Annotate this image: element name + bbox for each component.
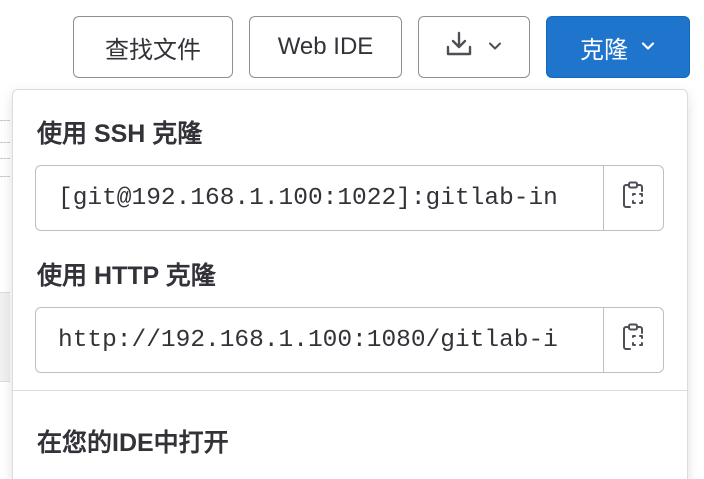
web-ide-button[interactable]: Web IDE [249,16,402,78]
http-url-group: http://192.168.1.100:1080/gitlab-i [35,307,664,373]
ssh-url-group: [git@192.168.1.100:1022]:gitlab-in [35,165,664,231]
copy-ssh-url-button[interactable] [603,165,664,231]
open-in-ide-heading: 在您的IDE中打开 [37,429,229,457]
web-ide-label: Web IDE [277,33,374,60]
background-divider [0,176,10,177]
background-panel [0,292,10,382]
background-divider [0,120,10,121]
section-divider [13,390,687,391]
http-url-field[interactable]: http://192.168.1.100:1080/gitlab-i [35,307,603,373]
find-file-label: 查找文件 [105,36,201,64]
download-button[interactable] [418,16,530,78]
background-divider [0,142,10,143]
background-divider [0,158,10,159]
copy-to-clipboard-icon [621,323,647,358]
repository-header: 查找文件 Web IDE 克隆 使用 SSH 克隆 [git@192.168.1… [0,0,704,479]
chevron-down-icon [640,33,656,61]
clone-dropdown: 使用 SSH 克隆 [git@192.168.1.100:1022]:gitla… [12,89,688,479]
chevron-down-icon [487,33,503,61]
find-file-button[interactable]: 查找文件 [73,16,233,78]
clone-label: 克隆 [580,36,628,64]
copy-to-clipboard-icon [621,181,647,216]
ssh-clone-heading: 使用 SSH 克隆 [37,120,203,148]
http-clone-heading: 使用 HTTP 克隆 [37,262,216,290]
ssh-url-field[interactable]: [git@192.168.1.100:1022]:gitlab-in [35,165,603,231]
copy-http-url-button[interactable] [603,307,664,373]
download-icon [445,30,473,65]
clone-button[interactable]: 克隆 [546,16,690,78]
